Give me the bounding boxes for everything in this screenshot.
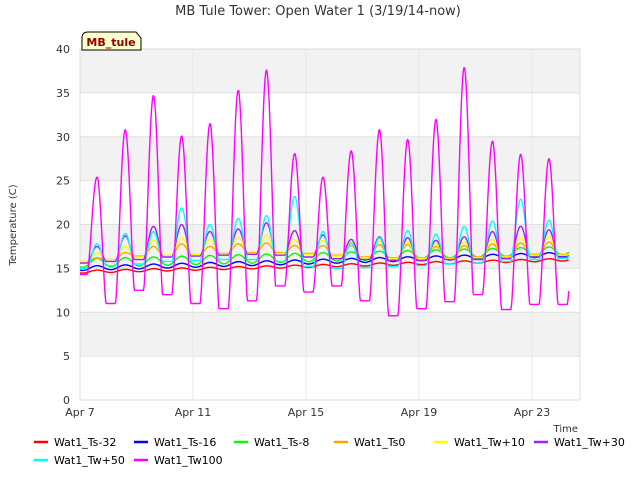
plot-band [80,356,580,400]
plot-band [80,268,580,313]
legend-label: Wat1_Ts-8 [254,436,309,449]
site-tag-label: MB_tule [86,36,135,49]
y-tick-label: 15 [56,262,70,275]
x-tick-label: Apr 15 [288,406,325,419]
x-tick-label: Apr 11 [175,406,212,419]
y-tick-label: 35 [56,87,70,100]
legend-label: Wat1_Tw100 [154,454,223,467]
legend-label: Wat1_Ts0 [354,436,405,449]
x-tick-label: Apr 19 [401,406,438,419]
x-tick-label: Apr 23 [514,406,551,419]
x-axis-label: Time [553,424,578,435]
plot-band [80,312,580,357]
y-tick-label: 20 [56,219,70,232]
legend-label: Wat1_Ts-16 [154,436,216,449]
plot-band [80,136,580,181]
y-tick-label: 40 [56,43,70,56]
site-tag: MB_tule [81,31,142,51]
y-tick-label: 10 [56,306,70,319]
y-axis-label: Temperature (C) [8,184,19,266]
plot-band [80,180,580,225]
legend-label: Wat1_Tw+10 [454,436,525,449]
legend: Wat1_Ts-32 Wat1_Ts-16 Wat1_Ts-8 Wat1_Ts0 Wat… [34,436,625,467]
y-tick-label: 5 [63,350,70,363]
x-axis-ticks: Apr 7 Apr 11 Apr 15 Apr 19 Apr 23 [65,406,550,419]
legend-label: Wat1_Tw+30 [554,436,625,449]
plot-band [80,49,580,93]
legend-label: Wat1_Ts-32 [54,436,116,449]
temperature-chart: MB Tule Tower: Open Water 1 (3/19/14-now… [8,4,625,467]
y-tick-label: 30 [56,131,70,144]
y-axis-ticks: 0510152025303540 [56,43,70,407]
legend-label: Wat1_Tw+50 [54,454,125,467]
x-tick-label: Apr 7 [65,406,95,419]
y-tick-label: 25 [56,175,70,188]
chart-title: MB Tule Tower: Open Water 1 (3/19/14-now… [175,4,461,19]
